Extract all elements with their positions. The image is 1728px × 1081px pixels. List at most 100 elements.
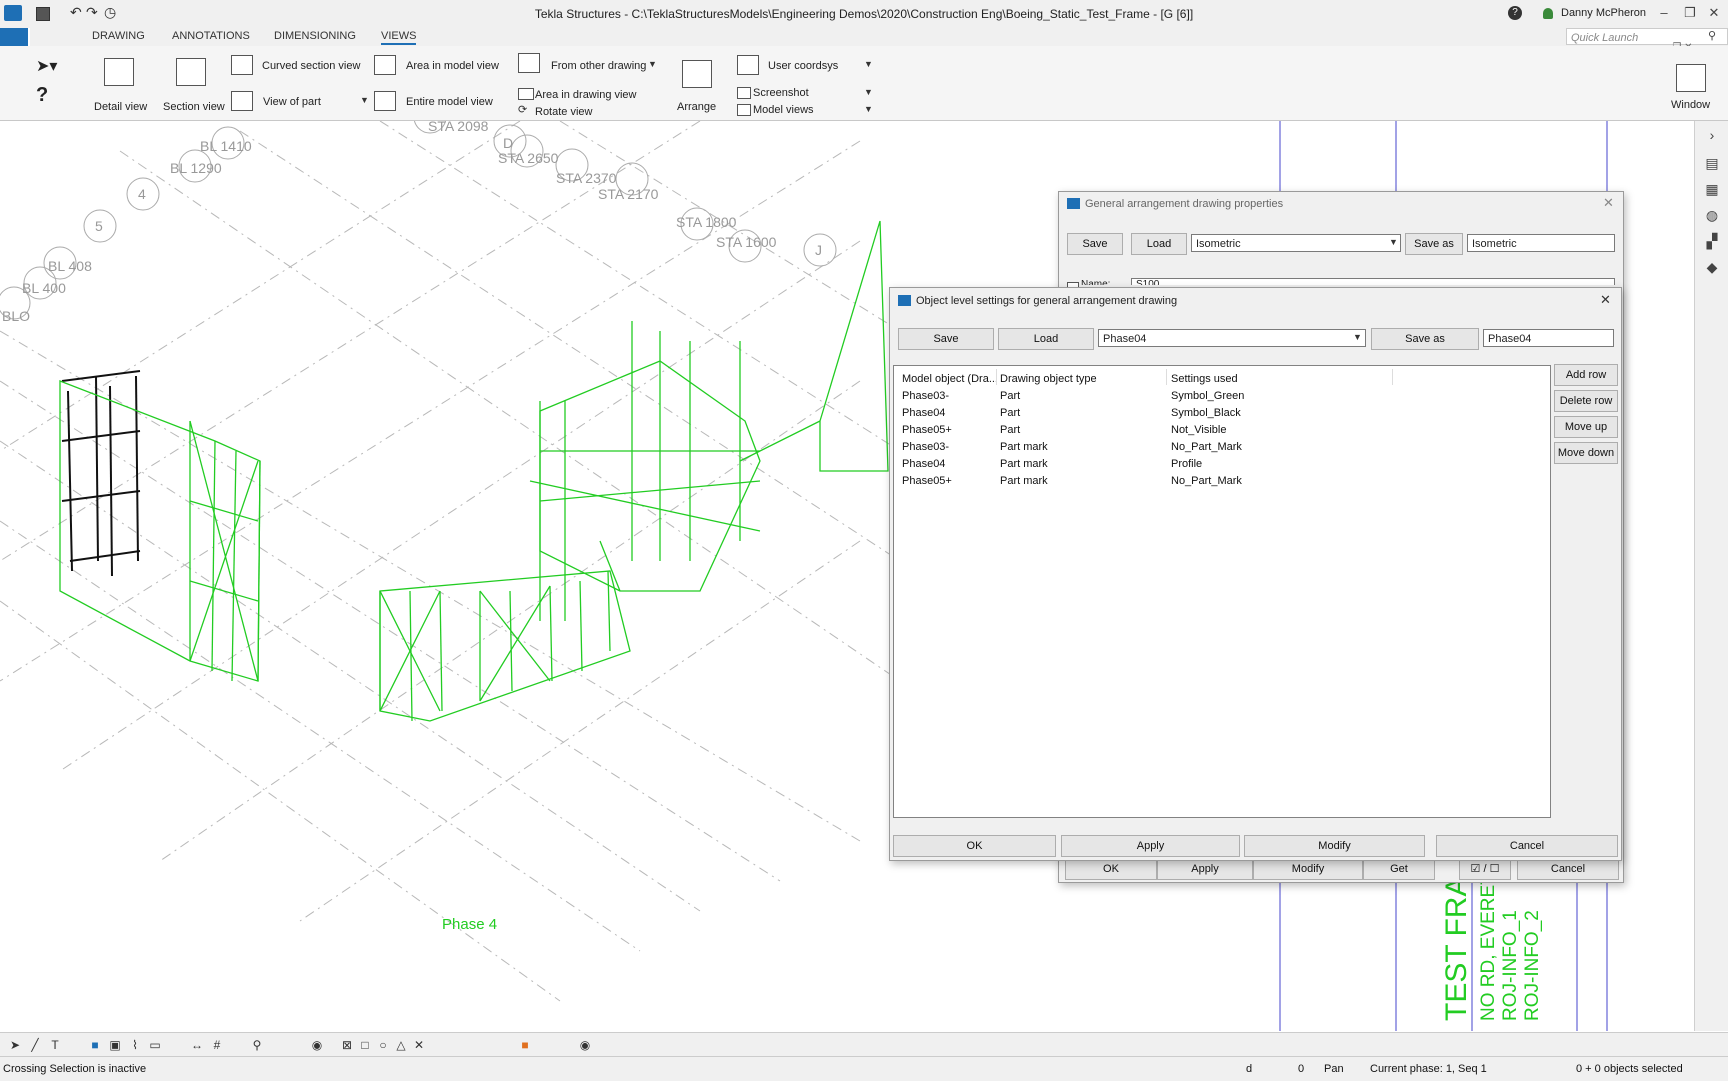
box-tool-icon[interactable]: ▭: [148, 1038, 162, 1052]
current-phase[interactable]: Current phase: 1, Seq 1: [1370, 1063, 1487, 1075]
ols-save-button[interactable]: Save: [898, 328, 994, 350]
move-up-button[interactable]: Move up: [1554, 416, 1618, 438]
magnify-tool-icon[interactable]: ⚲: [250, 1038, 264, 1052]
screenshot-dropdown-icon[interactable]: ▼: [864, 87, 873, 97]
snap-cross-icon[interactable]: ✕: [412, 1038, 426, 1052]
ga-load-button[interactable]: Load: [1131, 233, 1187, 255]
from-other-drawing-dropdown-icon[interactable]: ▼: [648, 59, 657, 69]
screenshot-button[interactable]: Screenshot: [753, 87, 809, 99]
ols-ok-button[interactable]: OK: [893, 835, 1056, 857]
ga-close-button[interactable]: ✕: [1603, 195, 1614, 211]
table-cell[interactable]: Symbol_Green: [1171, 390, 1244, 402]
select-tool-icon[interactable]: ➤: [8, 1038, 22, 1052]
visibility-tool-icon[interactable]: ◉: [310, 1038, 324, 1052]
user-coordsys-button[interactable]: User coordsys: [768, 60, 838, 72]
ga-save-as-button[interactable]: Save as: [1405, 233, 1463, 255]
ols-preset-select[interactable]: Phase04: [1098, 329, 1366, 347]
chevron-right-icon[interactable]: ›: [1704, 127, 1720, 143]
curved-section-view-button[interactable]: Curved section view: [262, 60, 360, 72]
building-icon[interactable]: ▤: [1704, 155, 1720, 171]
ols-apply-button[interactable]: Apply: [1061, 835, 1240, 857]
close-button[interactable]: ✕: [1700, 5, 1728, 23]
rotate-view-icon[interactable]: ⟳: [518, 103, 527, 116]
select-arrow-icon[interactable]: ➤▾: [36, 56, 57, 76]
snap-orange-icon[interactable]: ■: [518, 1038, 532, 1052]
arrange-button[interactable]: Arrange: [677, 101, 716, 113]
ga-get-button[interactable]: Get: [1363, 858, 1435, 880]
user-name[interactable]: Danny McPheron: [1561, 7, 1646, 19]
table-cell[interactable]: Phase03-: [902, 390, 949, 402]
ols-load-button[interactable]: Load: [998, 328, 1094, 350]
table-cell[interactable]: Phase05+: [902, 424, 952, 436]
quick-launch-input[interactable]: Quick Launch: [1566, 28, 1728, 45]
components-icon[interactable]: ▞: [1704, 233, 1720, 249]
snap-circle-icon[interactable]: ○: [376, 1038, 390, 1052]
user-coordsys-dropdown-icon[interactable]: ▼: [864, 59, 873, 69]
area-in-drawing-view-icon[interactable]: [518, 88, 534, 100]
chevron-down-icon[interactable]: ▼: [1353, 332, 1362, 342]
model-views-icon[interactable]: [737, 104, 751, 116]
text-tool-icon[interactable]: T: [48, 1038, 62, 1052]
user-coordsys-icon[interactable]: [737, 55, 759, 75]
ols-settings-table[interactable]: Model object (Dra... Drawing object type…: [893, 365, 1551, 818]
rotate-view-button[interactable]: Rotate view: [535, 106, 592, 118]
entire-model-view-button[interactable]: Entire model view: [406, 96, 493, 108]
frame-tool-icon[interactable]: ▣: [108, 1038, 122, 1052]
table-cell[interactable]: Part: [1000, 407, 1020, 419]
column-header[interactable]: Model object (Dra...: [902, 373, 996, 385]
ols-save-as-input[interactable]: Phase04: [1483, 329, 1614, 347]
table-cell[interactable]: Symbol_Black: [1171, 407, 1241, 419]
line-tool-icon[interactable]: ╱: [28, 1038, 42, 1052]
ga-apply-button[interactable]: Apply: [1157, 858, 1253, 880]
chevron-down-icon[interactable]: ▼: [1389, 237, 1398, 247]
grid-tool-icon[interactable]: #: [210, 1038, 224, 1052]
view-of-part-icon[interactable]: [231, 91, 253, 111]
snap-square-icon[interactable]: □: [358, 1038, 372, 1052]
ga-name-field[interactable]: S100: [1131, 278, 1615, 285]
help-question-icon[interactable]: ?: [36, 84, 48, 107]
ga-toggle-checkboxes[interactable]: ☑ / ☐: [1459, 858, 1511, 880]
ga-preset-select[interactable]: Isometric: [1191, 234, 1401, 252]
ga-ok-button[interactable]: OK: [1065, 858, 1157, 880]
table-cell[interactable]: Phase04: [902, 458, 945, 470]
table-cell[interactable]: No_Part_Mark: [1171, 441, 1242, 453]
snap-visibility-icon[interactable]: ◉: [578, 1038, 592, 1052]
table-cell[interactable]: Phase04: [902, 407, 945, 419]
column-header[interactable]: Drawing object type: [1000, 373, 1097, 385]
ols-cancel-button[interactable]: Cancel: [1436, 835, 1618, 857]
ols-save-as-button[interactable]: Save as: [1371, 328, 1479, 350]
add-row-button[interactable]: Add row: [1554, 364, 1618, 386]
arrange-icon[interactable]: [682, 60, 712, 88]
ga-cancel-button[interactable]: Cancel: [1517, 858, 1619, 880]
cloud-tool-icon[interactable]: ⌇: [128, 1038, 142, 1052]
rectangle-fill-tool-icon[interactable]: ■: [88, 1038, 102, 1052]
table-cell[interactable]: Phase05+: [902, 475, 952, 487]
table-cell[interactable]: Part: [1000, 390, 1020, 402]
table-cell[interactable]: Part mark: [1000, 458, 1048, 470]
tab-dimensioning[interactable]: DIMENSIONING: [274, 30, 356, 43]
ga-save-button[interactable]: Save: [1067, 233, 1123, 255]
column-header[interactable]: Settings used: [1171, 373, 1238, 385]
globe-icon[interactable]: ◍: [1704, 207, 1720, 223]
table-cell[interactable]: No_Part_Mark: [1171, 475, 1242, 487]
section-view-button[interactable]: Section view: [163, 101, 225, 113]
area-in-model-view-icon[interactable]: [374, 55, 396, 75]
tab-drawing[interactable]: DRAWING: [92, 30, 145, 42]
detail-view-icon[interactable]: [104, 58, 134, 86]
table-cell[interactable]: Part: [1000, 424, 1020, 436]
ga-save-as-input[interactable]: Isometric: [1467, 234, 1615, 252]
help-icon[interactable]: ?: [1508, 6, 1522, 20]
snap-triangle-icon[interactable]: △: [394, 1038, 408, 1052]
tab-annotations[interactable]: ANNOTATIONS: [172, 30, 250, 42]
table-cell[interactable]: Part mark: [1000, 441, 1048, 453]
table-cell[interactable]: Not_Visible: [1171, 424, 1226, 436]
minimize-button[interactable]: –: [1650, 5, 1678, 23]
view-of-part-button[interactable]: View of part: [263, 96, 321, 108]
table-cell[interactable]: Part mark: [1000, 475, 1048, 487]
table-cell[interactable]: Phase03-: [902, 441, 949, 453]
window-button[interactable]: Window: [1671, 99, 1710, 111]
dimension-tool-icon[interactable]: ↔: [190, 1038, 204, 1052]
area-in-model-view-button[interactable]: Area in model view: [406, 60, 499, 72]
detail-view-button[interactable]: Detail view: [94, 101, 147, 113]
curved-section-view-icon[interactable]: [231, 55, 253, 75]
